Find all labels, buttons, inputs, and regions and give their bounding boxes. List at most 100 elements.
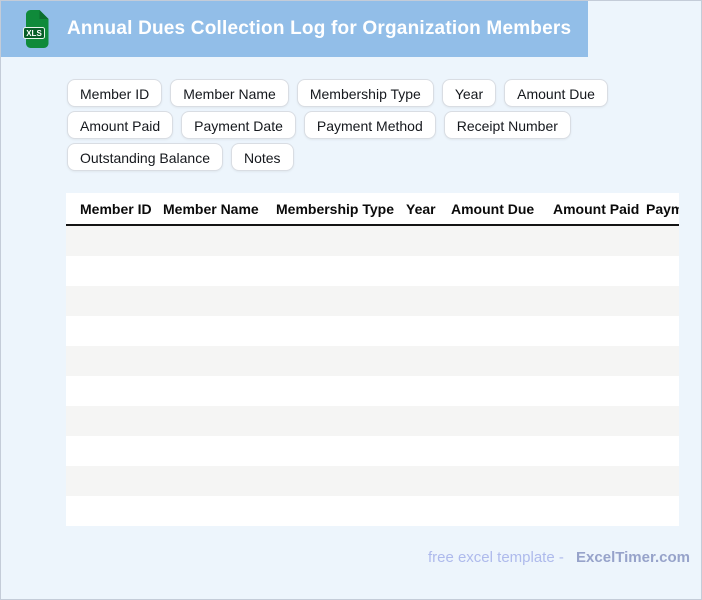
table-cell: [637, 436, 679, 466]
table-cell: [66, 466, 154, 496]
table-cell: [267, 496, 397, 526]
table-cell: [442, 406, 544, 436]
column-header-member-name: Member Name: [154, 193, 267, 226]
field-chip-outstanding-balance[interactable]: Outstanding Balance: [67, 143, 223, 171]
table-cell: [637, 316, 679, 346]
table-cell: [397, 496, 442, 526]
field-chip-amount-due[interactable]: Amount Due: [504, 79, 608, 107]
table-cell: [154, 286, 267, 316]
page-title: Annual Dues Collection Log for Organizat…: [67, 18, 572, 39]
table-cell: [637, 376, 679, 406]
field-chip-payment-method[interactable]: Payment Method: [303, 111, 436, 139]
table-cell: [397, 346, 442, 376]
table-body: [66, 225, 679, 526]
table-row: [66, 496, 679, 526]
table-cell: [66, 436, 154, 466]
column-header-payment-date: Payment Date: [637, 193, 679, 226]
column-header-amount-paid: Amount Paid: [544, 193, 639, 226]
column-header-member-id: Member ID: [66, 193, 154, 226]
table-cell: [544, 466, 637, 496]
table-row: [66, 286, 679, 316]
table-cell: [397, 376, 442, 406]
table-cell: [544, 256, 637, 286]
table-cell: [442, 436, 544, 466]
table-viewport: Member ID Member Name Membership Type Year A…: [66, 193, 679, 526]
table-cell: [637, 496, 679, 526]
field-chip-list: Member ID Member Name Membership Type Year A…: [67, 79, 627, 171]
table-cell: [544, 376, 637, 406]
field-chip-receipt-number[interactable]: Receipt Number: [443, 111, 571, 139]
table-row: [66, 436, 679, 466]
table-cell: [544, 406, 637, 436]
table-cell: [397, 256, 442, 286]
table-cell: [154, 346, 267, 376]
field-chip-payment-date[interactable]: Payment Date: [181, 111, 296, 139]
table-cell: [154, 436, 267, 466]
table-cell: [544, 496, 637, 526]
table-cell: [442, 225, 544, 256]
table-cell: [267, 346, 397, 376]
table-cell: [267, 436, 397, 466]
table-cell: [66, 496, 154, 526]
table-cell: [154, 316, 267, 346]
footer: free excel template - ExcelTimer.com: [428, 549, 690, 566]
table-cell: [442, 346, 544, 376]
table-cell: [66, 406, 154, 436]
table-cell: [637, 256, 679, 286]
table-cell: [637, 466, 679, 496]
table-cell: [544, 286, 637, 316]
table-cell: [397, 225, 442, 256]
header-bar: XLS Annual Dues Collection Log for Organ…: [1, 1, 588, 57]
table-cell: [544, 316, 637, 346]
table-cell: [267, 286, 397, 316]
table-cell: [397, 286, 442, 316]
column-header-amount-due: Amount Due: [442, 193, 544, 226]
table-cell: [442, 286, 544, 316]
table-cell: [66, 346, 154, 376]
column-header-membership-type: Membership Type: [267, 193, 397, 226]
table-row: [66, 316, 679, 346]
table-cell: [544, 436, 637, 466]
table-cell: [442, 466, 544, 496]
table-cell: [154, 225, 267, 256]
field-chip-member-id[interactable]: Member ID: [67, 79, 163, 107]
table-cell: [267, 316, 397, 346]
field-chip-notes[interactable]: Notes: [230, 143, 294, 171]
table-header-row: Member ID Member Name Membership Type Year A…: [66, 193, 679, 226]
xls-badge-text: XLS: [26, 29, 42, 38]
table-cell: [544, 346, 637, 376]
footer-brand-link[interactable]: ExcelTimer.com: [576, 549, 690, 566]
table-cell: [66, 376, 154, 406]
table-cell: [267, 256, 397, 286]
table-cell: [442, 496, 544, 526]
table-cell: [267, 406, 397, 436]
table-row: [66, 466, 679, 496]
table-cell: [267, 225, 397, 256]
field-chip-amount-paid[interactable]: Amount Paid: [67, 111, 174, 139]
table-cell: [154, 406, 267, 436]
field-chip-member-name[interactable]: Member Name: [170, 79, 289, 107]
table-cell: [66, 316, 154, 346]
table-cell: [442, 256, 544, 286]
page-root: { "header": { "title": "Annual Dues Coll…: [0, 0, 702, 600]
table-cell: [66, 225, 154, 256]
table-row: [66, 406, 679, 436]
field-chip-year[interactable]: Year: [441, 79, 497, 107]
table-cell: [154, 256, 267, 286]
table-row: [66, 346, 679, 376]
table-cell: [267, 466, 397, 496]
table-cell: [637, 286, 679, 316]
table-row: [66, 256, 679, 286]
xls-file-icon: XLS: [23, 10, 49, 48]
table-row: [66, 376, 679, 406]
dues-log-table: Member ID Member Name Membership Type Year A…: [66, 193, 679, 526]
table-cell: [66, 256, 154, 286]
table-cell: [397, 436, 442, 466]
table-cell: [66, 286, 154, 316]
table-cell: [397, 406, 442, 436]
column-header-year: Year: [397, 193, 442, 226]
field-chip-membership-type[interactable]: Membership Type: [296, 79, 434, 107]
table-cell: [544, 225, 637, 256]
table-cell: [397, 466, 442, 496]
table-row: [66, 225, 679, 256]
